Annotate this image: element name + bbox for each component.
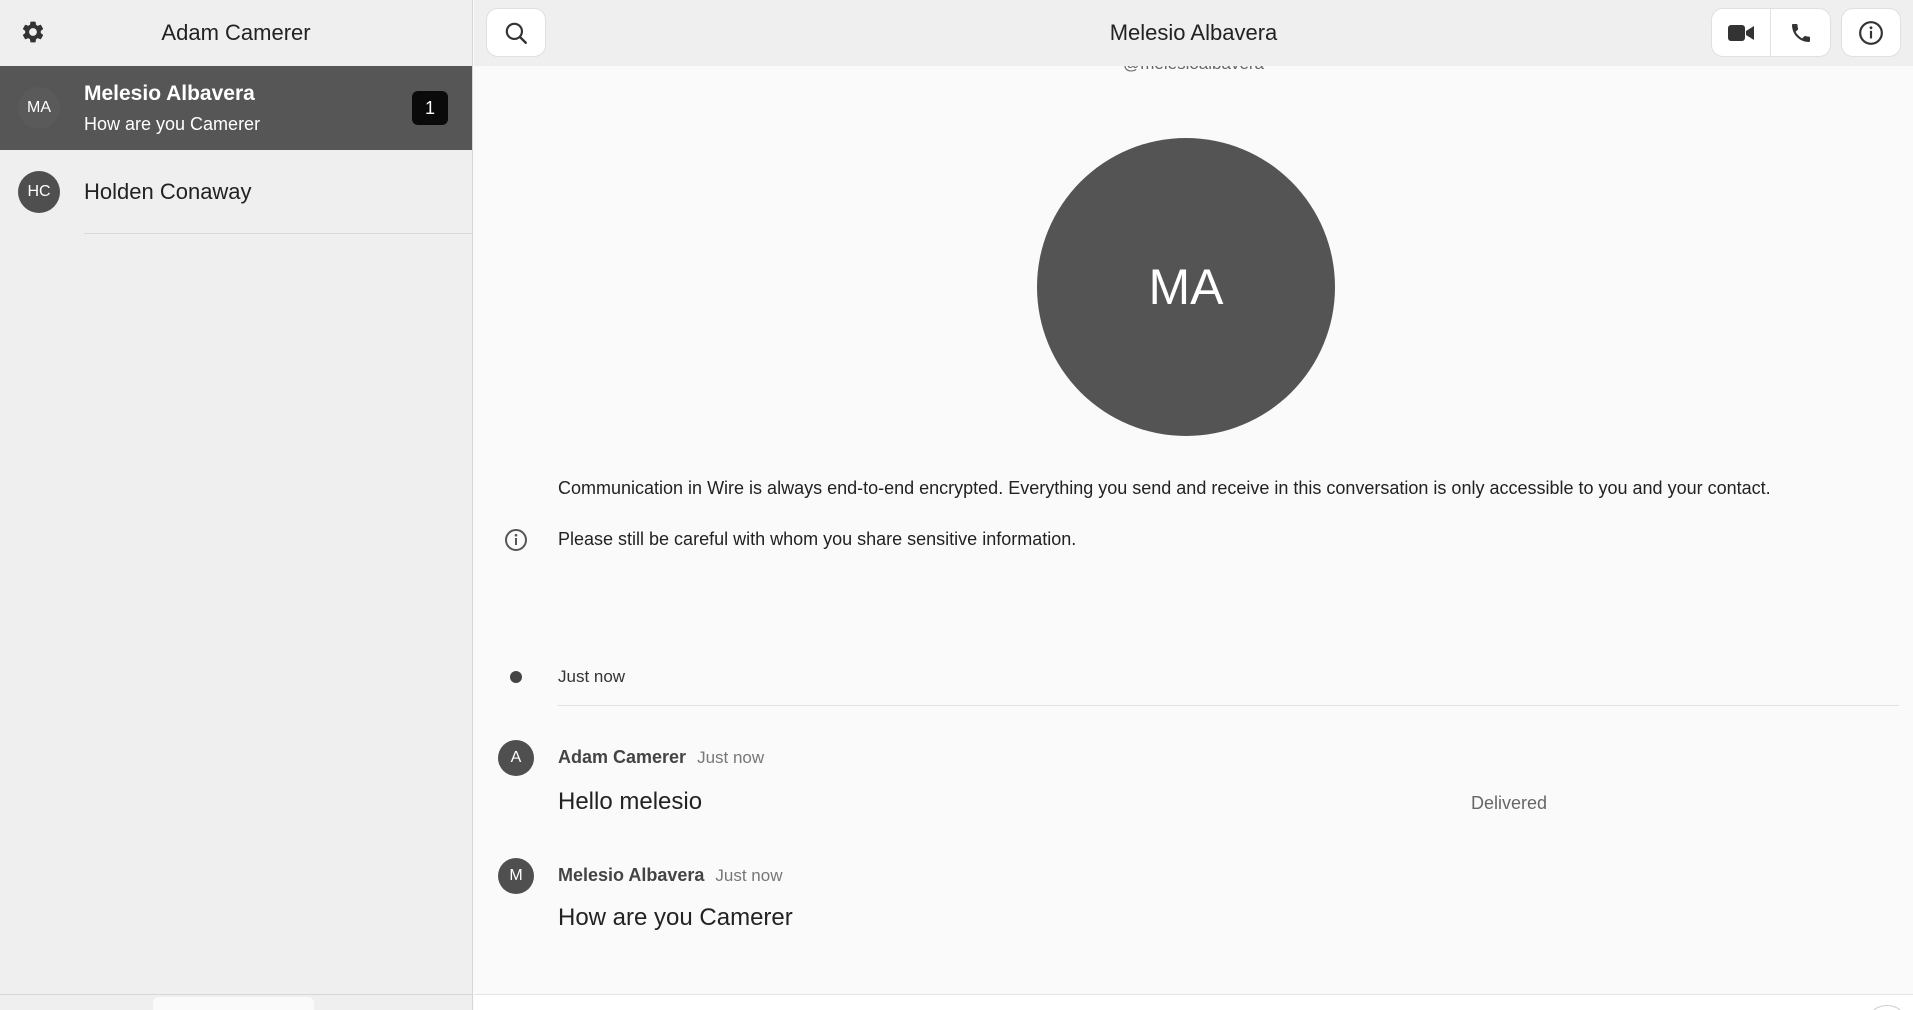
message-header: Melesio Albavera Just now (558, 865, 783, 886)
caution-notice-text: Please still be careful with whom you sh… (558, 528, 1077, 549)
avatar: HC (18, 171, 60, 213)
conversation-text: Melesio Albavera How are you Camerer (84, 82, 260, 135)
timestamp-label: Just now (558, 667, 626, 686)
conversation-item-melesio-albavera[interactable]: MA Melesio Albavera How are you Camerer … (0, 66, 472, 150)
message-text: Hello melesio (558, 788, 703, 815)
conversation-title: Melesio Albavera (1109, 20, 1278, 45)
encryption-notice-text: Communication in Wire is always end-to-e… (558, 478, 1771, 498)
timestamp-dot-icon (510, 671, 522, 683)
video-camera-icon (1728, 24, 1754, 41)
sidebar-user-name: Adam Camerer (161, 20, 311, 45)
divider (558, 705, 1899, 706)
video-call-button[interactable] (1711, 8, 1771, 57)
contact-avatar: MA (1037, 138, 1335, 436)
message-input-bar[interactable] (474, 994, 1913, 1010)
conversation-item-holden-conaway[interactable]: HC Holden Conaway (0, 150, 472, 234)
message-header: Adam Camerer Just now (558, 747, 764, 768)
avatar: MA (18, 87, 60, 129)
message-text: How are you Camerer (558, 904, 793, 931)
sidebar-footer (0, 994, 472, 1010)
encryption-notice: Communication in Wire is always end-to-e… (558, 478, 1771, 550)
conversation-name: Melesio Albavera (84, 81, 255, 105)
phone-icon (1791, 23, 1810, 42)
message-sender[interactable]: Melesio Albavera (558, 865, 704, 886)
conversation-preview: How are you Camerer (84, 113, 261, 134)
divider (84, 233, 472, 234)
info-icon (505, 529, 527, 551)
conversation-sidebar: Adam Camerer MA Melesio Albavera How are… (0, 0, 473, 1010)
gear-icon (22, 21, 44, 43)
search-icon (505, 22, 527, 44)
conversation-name: Holden Conaway (84, 179, 252, 204)
search-button[interactable] (486, 8, 546, 57)
input-action-button[interactable] (1865, 1005, 1909, 1010)
avatar[interactable]: A (498, 740, 534, 776)
conversation-text: Holden Conaway (84, 179, 252, 205)
message-status: Delivered (1471, 793, 1548, 813)
settings-button[interactable] (18, 17, 48, 47)
sidebar-header: Adam Camerer (0, 0, 472, 66)
audio-call-button[interactable] (1771, 8, 1831, 57)
avatar[interactable]: M (498, 858, 534, 894)
conversation-topbar: Melesio Albavera (474, 0, 1913, 66)
conversation-main: Melesio Albavera @melesioalbavera MA Com… (474, 0, 1913, 1010)
footer-tab[interactable] (153, 997, 314, 1010)
info-icon (1859, 20, 1883, 45)
message-time: Just now (697, 748, 765, 767)
message-time: Just now (715, 866, 783, 885)
unread-badge: 1 (412, 91, 448, 125)
conversation-info-button[interactable] (1841, 8, 1901, 57)
message-sender[interactable]: Adam Camerer (558, 747, 686, 768)
